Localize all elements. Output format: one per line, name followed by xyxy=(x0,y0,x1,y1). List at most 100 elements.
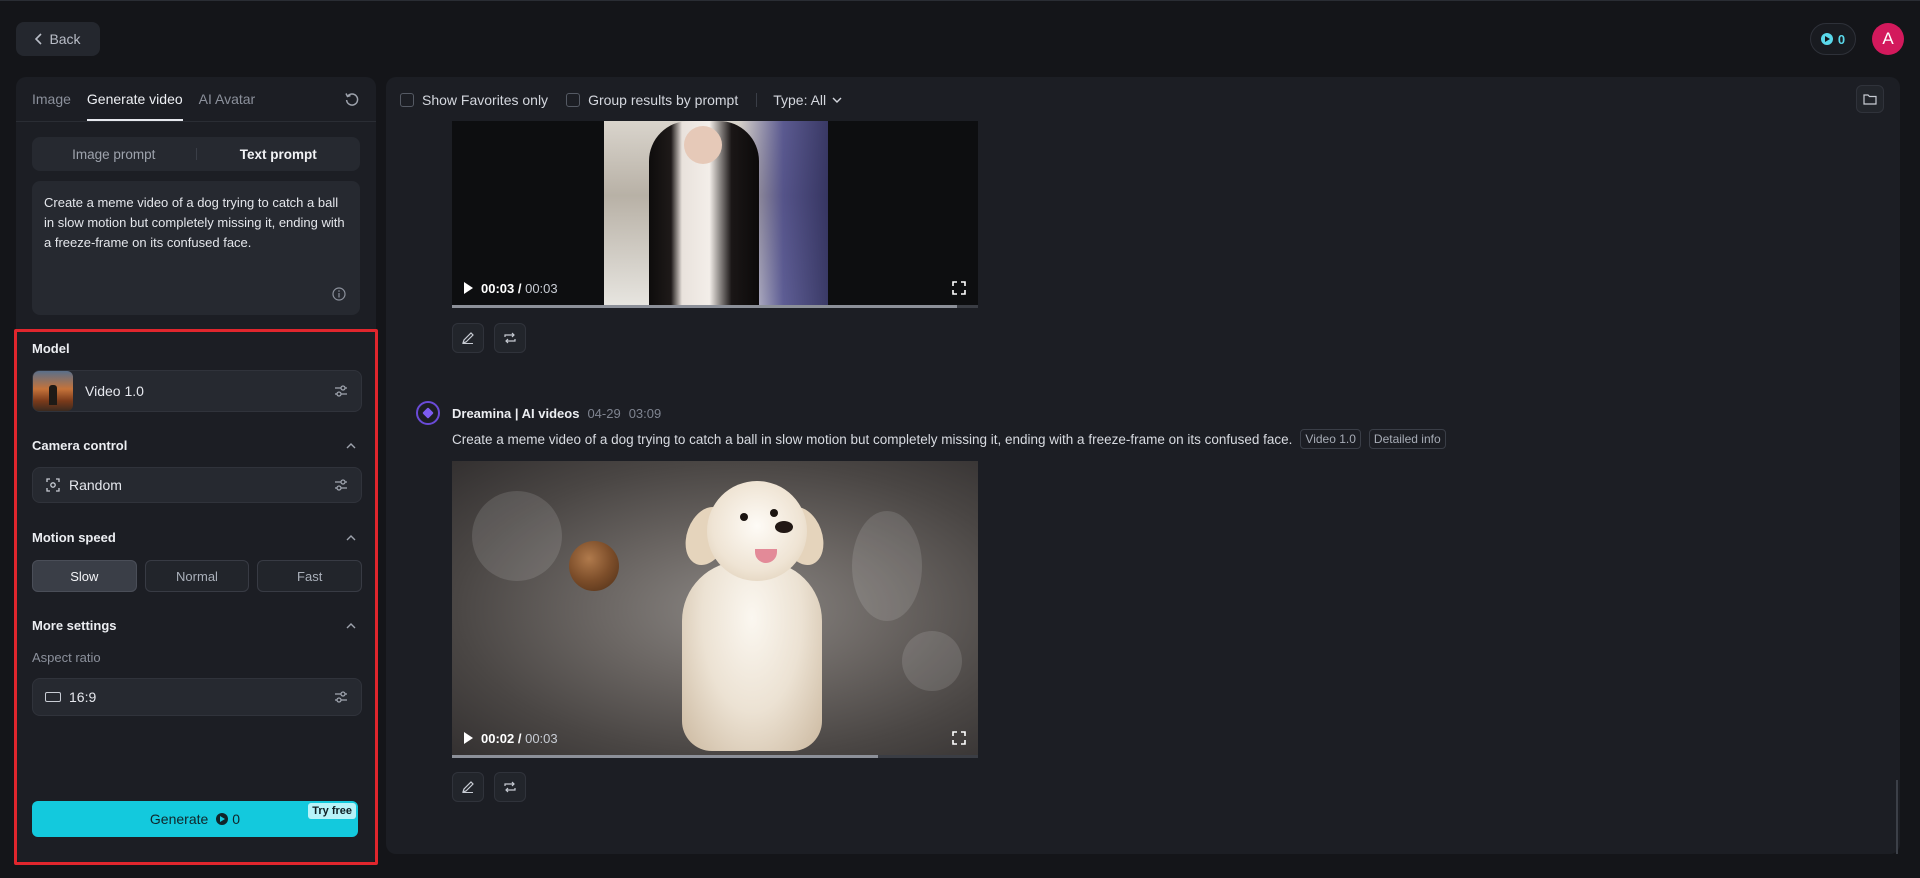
dog-head xyxy=(707,481,807,581)
entry-time: 03:09 xyxy=(628,405,662,421)
back-label: Back xyxy=(49,31,81,47)
detailed-info-tag[interactable]: Detailed info xyxy=(1368,429,1446,449)
generate-button[interactable]: Generate 0 Try free xyxy=(32,801,358,837)
entry-prompt-text: Create a meme video of a dog trying to c… xyxy=(452,431,1293,447)
video-progress-fill xyxy=(452,755,879,758)
entry-prompt: Create a meme video of a dog trying to c… xyxy=(452,429,1446,449)
chevron-up-icon[interactable] xyxy=(346,621,356,631)
dog-nose xyxy=(775,521,793,533)
camera-control-label: Camera control xyxy=(32,438,128,453)
model-thumbnail xyxy=(33,371,73,411)
results-toolbar: Show Favorites only Group results by pro… xyxy=(400,89,842,111)
sliders-icon[interactable] xyxy=(333,689,349,705)
dreamina-logo-icon xyxy=(416,401,440,425)
speed-slow-button[interactable]: Slow xyxy=(32,560,137,592)
type-filter-label: Type: All xyxy=(773,92,827,108)
speed-normal-button[interactable]: Normal xyxy=(144,560,250,592)
edit-button[interactable] xyxy=(452,323,484,353)
group-checkbox[interactable] xyxy=(566,93,581,107)
aspect-ratio-icon xyxy=(45,692,61,702)
edit-button[interactable] xyxy=(452,772,484,802)
video-controls: 00:02 / 00:03 xyxy=(452,718,978,758)
bokeh-light xyxy=(902,631,962,691)
pencil-icon xyxy=(462,781,474,793)
camera-focus-icon xyxy=(46,478,60,492)
info-icon[interactable] xyxy=(332,287,346,301)
video-time: 00:03 / 00:03 xyxy=(481,280,558,296)
credits-count: 0 xyxy=(1837,31,1846,47)
video-time: 00:02 / 00:03 xyxy=(481,730,558,746)
dog-eye xyxy=(740,513,748,521)
entry-date: 04-29 xyxy=(587,405,621,421)
video-player[interactable]: 00:03 / 00:03 xyxy=(452,121,978,308)
chevron-up-icon[interactable] xyxy=(346,533,356,543)
favorites-filter[interactable]: Show Favorites only xyxy=(400,92,548,108)
group-by-prompt-filter[interactable]: Group results by prompt xyxy=(566,92,738,108)
sliders-icon[interactable] xyxy=(333,383,349,399)
video-actions xyxy=(452,772,526,802)
video-player[interactable]: 00:02 / 00:03 xyxy=(452,461,978,758)
text-prompt-option[interactable]: Text prompt xyxy=(197,147,361,162)
ball-image xyxy=(569,541,619,591)
image-prompt-option[interactable]: Image prompt xyxy=(32,147,196,162)
regenerate-button[interactable] xyxy=(494,323,526,353)
try-free-badge: Try free xyxy=(308,803,356,819)
entry-author: Dreamina | AI videos xyxy=(452,405,580,421)
credit-coin-icon xyxy=(216,813,229,825)
toolbar-separator xyxy=(756,93,758,107)
model-name: Video 1.0 xyxy=(85,383,144,399)
credits-badge[interactable]: 0 xyxy=(1810,23,1856,55)
generate-cost: 0 xyxy=(216,811,240,827)
pencil-icon xyxy=(462,332,474,344)
prompt-text[interactable]: Create a meme video of a dog trying to c… xyxy=(44,193,348,253)
bokeh-light xyxy=(852,511,922,621)
mode-tabs: Image Generate video AI Avatar xyxy=(32,77,255,121)
tab-generate-video[interactable]: Generate video xyxy=(86,77,183,121)
avatar[interactable]: A xyxy=(1872,23,1904,55)
speed-fast-button[interactable]: Fast xyxy=(257,560,363,592)
top-border xyxy=(0,0,1920,1)
favorites-checkbox[interactable] xyxy=(400,93,414,107)
chevron-up-icon[interactable] xyxy=(346,441,356,451)
tab-ai-avatar[interactable]: AI Avatar xyxy=(199,77,256,121)
video-progress-bar[interactable] xyxy=(452,755,978,758)
video-progress-bar[interactable] xyxy=(452,305,978,308)
reset-icon[interactable] xyxy=(344,91,360,107)
video-progress-fill xyxy=(452,305,957,308)
tabs-divider xyxy=(16,121,376,122)
model-selector[interactable]: Video 1.0 xyxy=(32,370,362,412)
video-controls: 00:03 / 00:03 xyxy=(452,268,978,308)
prompt-mode-switch: Image prompt Text prompt xyxy=(32,137,360,171)
generation-panel: Image Generate video AI Avatar Image pro… xyxy=(14,77,378,865)
sliders-icon[interactable] xyxy=(333,477,349,493)
thumbnail-face xyxy=(684,126,722,164)
type-filter-dropdown[interactable]: Type: All xyxy=(773,92,842,108)
aspect-ratio-selector[interactable]: 16:9 xyxy=(32,678,362,716)
chevron-down-icon xyxy=(832,97,842,103)
fullscreen-icon[interactable] xyxy=(952,281,966,295)
generate-label: Generate xyxy=(149,811,209,827)
folder-button[interactable] xyxy=(1856,85,1884,113)
model-tag[interactable]: Video 1.0 xyxy=(1300,429,1361,449)
play-icon[interactable] xyxy=(464,732,473,744)
back-button[interactable]: Back xyxy=(16,22,100,56)
repeat-icon xyxy=(504,332,516,344)
motion-speed-label: Motion speed xyxy=(32,530,116,545)
play-icon[interactable] xyxy=(464,282,473,294)
bokeh-light xyxy=(472,491,562,581)
tab-image[interactable]: Image xyxy=(32,77,71,121)
group-label: Group results by prompt xyxy=(588,92,739,108)
dog-eye xyxy=(770,509,778,517)
fullscreen-icon[interactable] xyxy=(952,731,966,745)
regenerate-button[interactable] xyxy=(494,772,526,802)
credit-coin-icon xyxy=(1820,33,1833,45)
scrollbar-thumb[interactable] xyxy=(1896,780,1898,854)
video-actions xyxy=(452,323,526,353)
model-label: Model xyxy=(32,341,70,356)
chevron-left-icon xyxy=(35,33,43,45)
aspect-ratio-value: 16:9 xyxy=(69,689,97,705)
aspect-ratio-label: Aspect ratio xyxy=(32,650,101,665)
prompt-textarea[interactable]: Create a meme video of a dog trying to c… xyxy=(32,181,360,315)
folder-icon xyxy=(1863,94,1877,105)
camera-control-selector[interactable]: Random xyxy=(32,467,362,503)
